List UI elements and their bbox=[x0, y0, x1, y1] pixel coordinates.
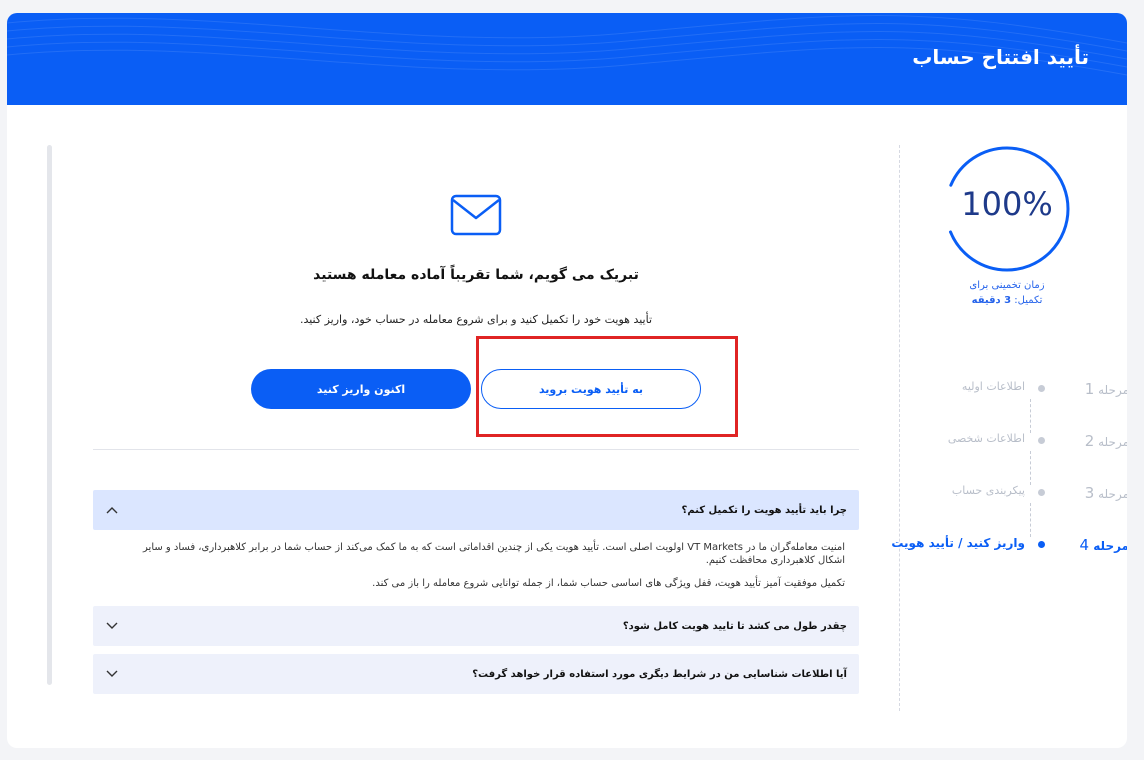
verification-card: تأیید افتتاح حساب تبریک می گویم، شما تقر… bbox=[7, 13, 1127, 748]
scrollbar[interactable] bbox=[47, 145, 52, 685]
step-4: مرحله 4 واریز کنید / تأیید هویت bbox=[891, 536, 1127, 556]
step-dot bbox=[1038, 541, 1045, 548]
eta-value: 3 دقیقه bbox=[971, 295, 1012, 306]
progress-percent: 100% bbox=[961, 185, 1053, 223]
chevron-up-icon[interactable] bbox=[105, 504, 119, 516]
step-label: واریز کنید / تأیید هویت bbox=[891, 536, 1025, 550]
faq-item-why-verify[interactable]: چرا باید تأیید هویت را تکمیل کنم؟ bbox=[93, 490, 859, 530]
instruction-text: تأیید هویت خود را تکمیل کنید و برای شروع… bbox=[299, 313, 653, 326]
faq-question: چقدر طول می کشد تا تایید هویت کامل شود؟ bbox=[622, 620, 847, 632]
congrats-headline: تبریک می گویم، شما تقریباً آماده معامله … bbox=[313, 267, 639, 283]
step-connector bbox=[1030, 399, 1031, 433]
estimated-time: زمان تخمینی برای تکمیل: 3 دقیقه bbox=[937, 278, 1077, 308]
step-label: پیکربندی حساب bbox=[951, 484, 1025, 497]
step-label: اطلاعات اولیه bbox=[961, 380, 1025, 393]
chevron-down-icon[interactable] bbox=[105, 668, 119, 680]
step-dot bbox=[1038, 437, 1045, 444]
step-connector bbox=[1030, 451, 1031, 485]
faq-answer-paragraph-2: تکمیل موفقیت آمیز تأیید هویت، قفل ویژگی … bbox=[372, 578, 845, 589]
step-connector bbox=[1030, 503, 1031, 537]
faq-question: آیا اطلاعات شناسایی من در شرایط دیگری مو… bbox=[472, 668, 847, 680]
divider bbox=[93, 449, 859, 450]
step-number: مرحله 3 bbox=[1084, 484, 1127, 502]
step-number: مرحله 1 bbox=[1084, 380, 1127, 398]
step-dot bbox=[1038, 385, 1045, 392]
step-1: مرحله 1 اطلاعات اولیه bbox=[897, 380, 1127, 400]
header-bar: تأیید افتتاح حساب bbox=[7, 13, 1127, 105]
faq-answer-paragraph-1: امنیت معامله‌گران ما در VT Markets اولوی… bbox=[143, 542, 845, 566]
eta-line-2: تکمیل: 3 دقیقه bbox=[937, 293, 1077, 308]
step-number: مرحله 2 bbox=[1084, 432, 1127, 450]
deposit-now-button[interactable]: اکنون واریز کنید bbox=[251, 369, 471, 409]
page-title: تأیید افتتاح حساب bbox=[912, 45, 1089, 69]
step-dot bbox=[1038, 489, 1045, 496]
mail-icon bbox=[450, 194, 502, 236]
step-label: اطلاعات شخصی bbox=[947, 432, 1025, 445]
chevron-down-icon[interactable] bbox=[105, 620, 119, 632]
faq-item-how-long[interactable]: چقدر طول می کشد تا تایید هویت کامل شود؟ bbox=[93, 606, 859, 646]
eta-prefix: تکمیل: bbox=[1011, 295, 1043, 306]
highlight-annotation bbox=[476, 336, 738, 437]
eta-line-1: زمان تخمینی برای bbox=[969, 280, 1045, 291]
step-number: مرحله 4 bbox=[1079, 536, 1127, 554]
step-2: مرحله 2 اطلاعات شخصی bbox=[897, 432, 1127, 452]
faq-item-data-usage[interactable]: آیا اطلاعات شناسایی من در شرایط دیگری مو… bbox=[93, 654, 859, 694]
faq-question: چرا باید تأیید هویت را تکمیل کنم؟ bbox=[681, 504, 847, 516]
step-3: مرحله 3 پیکربندی حساب bbox=[897, 484, 1127, 504]
column-divider bbox=[899, 145, 900, 711]
